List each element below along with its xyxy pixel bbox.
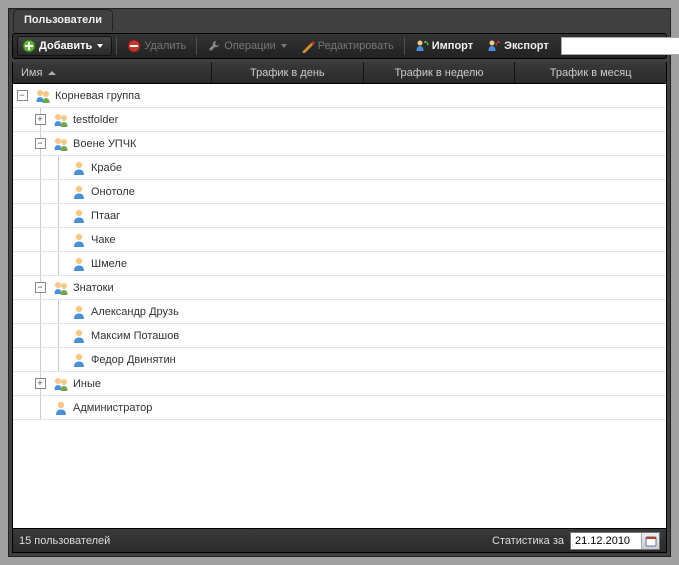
export-label: Экспорт (504, 40, 549, 52)
node-label: Федор Двинятин (91, 354, 176, 366)
collapse-toggle[interactable]: − (17, 90, 28, 101)
user-icon (71, 352, 87, 368)
toolbar: Добавить Удалить Операции Редактировать … (12, 33, 667, 59)
export-button[interactable]: Экспорт (481, 37, 555, 55)
add-label: Добавить (39, 40, 92, 52)
tree-node-user[interactable]: Птааг (13, 204, 666, 228)
group-icon (35, 88, 51, 104)
chevron-down-icon (97, 44, 103, 48)
node-label: Корневая группа (55, 90, 140, 102)
group-icon (53, 136, 69, 152)
user-icon (71, 256, 87, 272)
sort-asc-icon (48, 71, 56, 75)
col-name[interactable]: Имя (13, 62, 212, 83)
wrench-icon (207, 39, 221, 53)
col-traffic-week[interactable]: Трафик в неделю (364, 62, 516, 83)
plus-icon (22, 39, 36, 53)
group-icon (53, 376, 69, 392)
user-icon (71, 328, 87, 344)
operations-label: Операции (224, 40, 275, 52)
import-icon (415, 39, 429, 53)
collapse-toggle[interactable]: − (35, 138, 46, 149)
tree-node-testfolder[interactable]: + testfolder (13, 108, 666, 132)
chevron-down-icon (281, 44, 287, 48)
user-icon (71, 304, 87, 320)
node-label: Максим Поташов (91, 330, 179, 342)
operations-button[interactable]: Операции (201, 37, 292, 55)
collapse-toggle[interactable]: − (35, 282, 46, 293)
stats-label: Статистика за (492, 535, 564, 547)
tree-node-root[interactable]: − Корневая группа (13, 84, 666, 108)
col-traffic-month[interactable]: Трафик в месяц (515, 62, 666, 83)
col-traffic-day[interactable]: Трафик в день (212, 62, 364, 83)
tree-node-znatoki[interactable]: − Знатоки (13, 276, 666, 300)
node-label: Онотоле (91, 186, 135, 198)
minus-icon (127, 39, 141, 53)
expand-toggle[interactable]: + (35, 114, 46, 125)
tree-node-upchk[interactable]: − Воене УПЧК (13, 132, 666, 156)
node-label: Чаке (91, 234, 116, 246)
delete-button[interactable]: Удалить (121, 37, 192, 55)
tree-node-user[interactable]: Онотоле (13, 180, 666, 204)
import-button[interactable]: Импорт (409, 37, 479, 55)
user-icon (71, 208, 87, 224)
node-label: Птааг (91, 210, 120, 222)
search-input[interactable] (561, 37, 679, 55)
tree-node-user[interactable]: Александр Друзь (13, 300, 666, 324)
tree-node-user[interactable]: Чаке (13, 228, 666, 252)
delete-label: Удалить (144, 40, 186, 52)
node-label: Александр Друзь (91, 306, 179, 318)
user-icon (71, 184, 87, 200)
user-icon (71, 232, 87, 248)
calendar-icon (645, 535, 657, 547)
user-icon (71, 160, 87, 176)
date-field (570, 532, 660, 550)
tab-users[interactable]: Пользователи (13, 9, 113, 31)
edit-button[interactable]: Редактировать (295, 37, 400, 55)
users-window: Пользователи Добавить Удалить Операции Р… (8, 8, 671, 557)
tree-node-user[interactable]: Федор Двинятин (13, 348, 666, 372)
user-icon (53, 400, 69, 416)
tab-bar: Пользователи (9, 8, 670, 30)
node-label: Знатоки (73, 282, 114, 294)
status-bar: 15 пользователей Статистика за (12, 529, 667, 553)
user-tree-grid[interactable]: − Корневая группа + testfolder − Воене У… (12, 84, 667, 529)
user-count: 15 пользователей (19, 535, 110, 547)
node-label: Администратор (73, 402, 152, 414)
column-headers: Имя Трафик в день Трафик в неделю Трафик… (12, 62, 667, 84)
tree-node-user[interactable]: Шмеле (13, 252, 666, 276)
date-input[interactable] (571, 533, 641, 549)
tree-node-admin[interactable]: Администратор (13, 396, 666, 420)
node-label: Воене УПЧК (73, 138, 136, 150)
add-button[interactable]: Добавить (17, 36, 112, 56)
tree-node-user[interactable]: Крабе (13, 156, 666, 180)
group-icon (53, 280, 69, 296)
export-icon (487, 39, 501, 53)
node-label: Шмеле (91, 258, 127, 270)
import-label: Импорт (432, 40, 473, 52)
node-label: testfolder (73, 114, 118, 126)
expand-toggle[interactable]: + (35, 378, 46, 389)
node-label: Крабе (91, 162, 122, 174)
group-icon (53, 112, 69, 128)
tree-node-inye[interactable]: + Иные (13, 372, 666, 396)
tree-node-user[interactable]: Максим Поташов (13, 324, 666, 348)
pencil-icon (301, 39, 315, 53)
date-picker-button[interactable] (641, 533, 659, 549)
edit-label: Редактировать (318, 40, 394, 52)
node-label: Иные (73, 378, 101, 390)
